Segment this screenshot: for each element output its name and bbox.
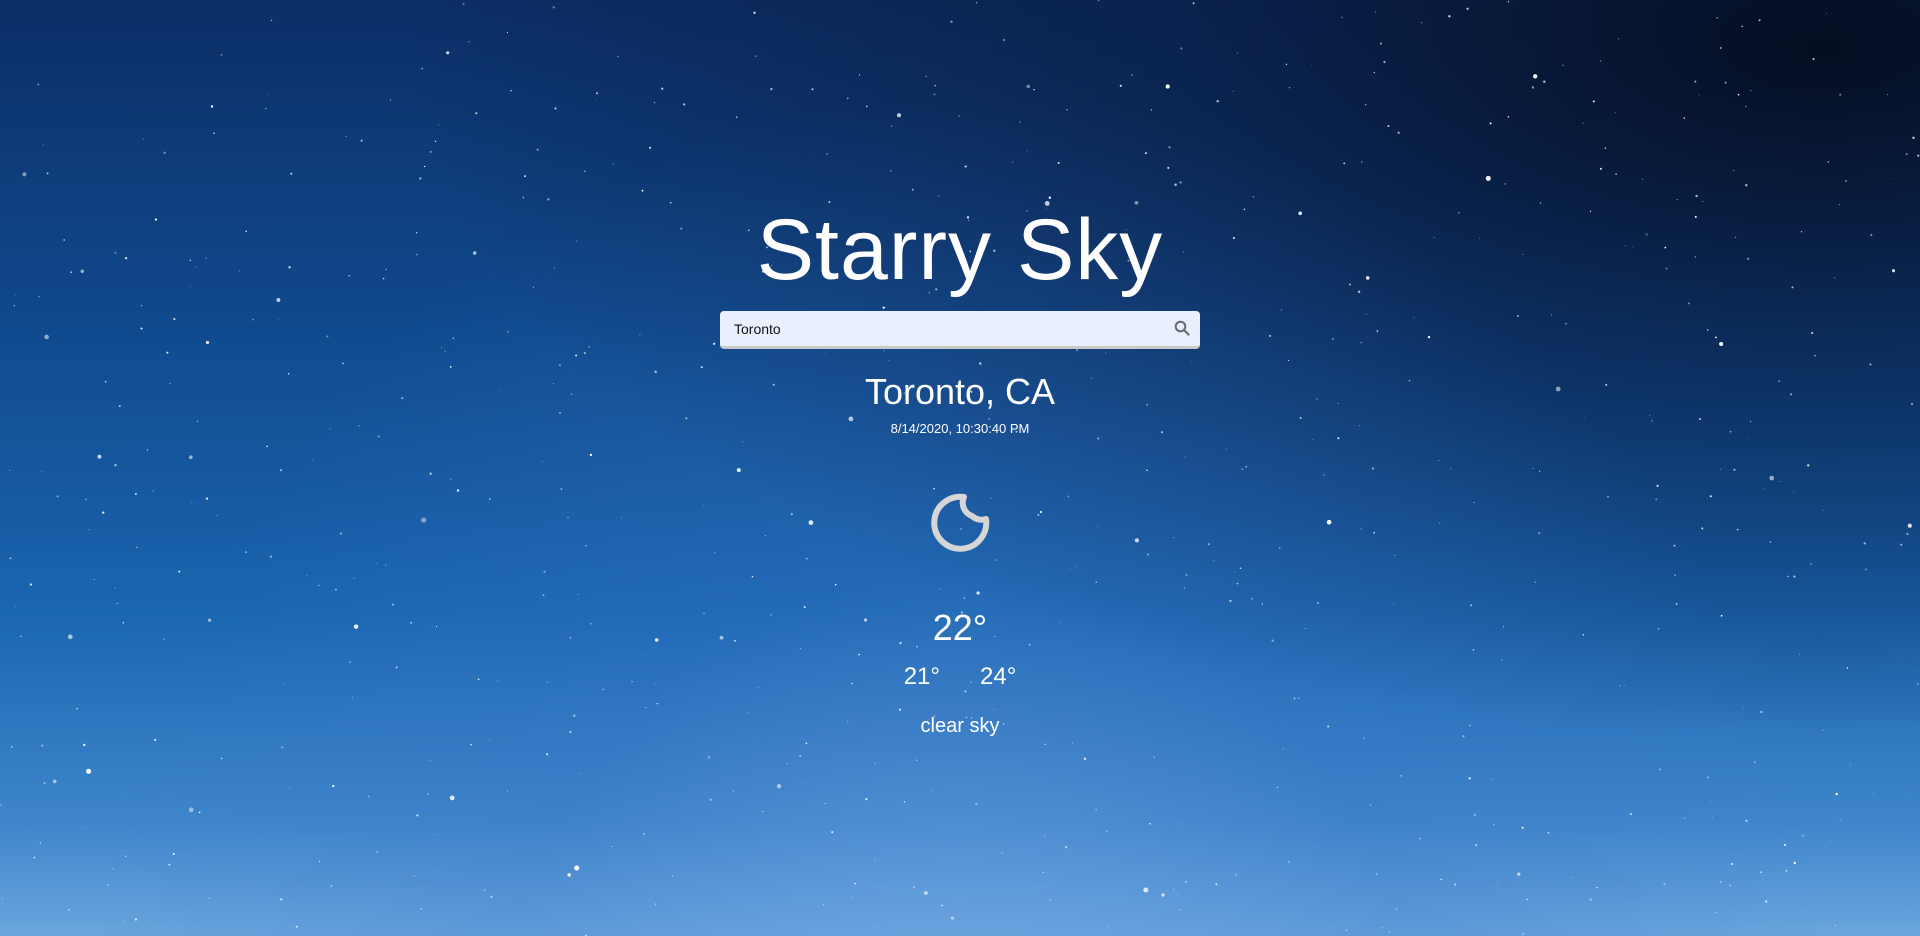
search-input[interactable] xyxy=(734,311,1154,346)
search-box[interactable] xyxy=(720,311,1200,349)
search-icon[interactable] xyxy=(1174,320,1190,336)
weather-description: clear sky xyxy=(920,715,1000,737)
date-time: 8/14/2020, 10:30:40 PM xyxy=(890,421,1030,436)
moon-clear-night-icon xyxy=(931,493,990,552)
location-name: Toronto, CA xyxy=(864,371,1056,412)
max-temperature: 24° xyxy=(980,663,1017,690)
app-title: Starry Sky xyxy=(756,202,1164,298)
temperature-range: 21° 24° xyxy=(0,662,1920,692)
current-temperature: 22° xyxy=(932,607,988,648)
weather-app: Starry Sky Toronto, CA 8/14/2020, 10:30:… xyxy=(0,0,1920,936)
min-temperature: 21° xyxy=(903,663,940,690)
